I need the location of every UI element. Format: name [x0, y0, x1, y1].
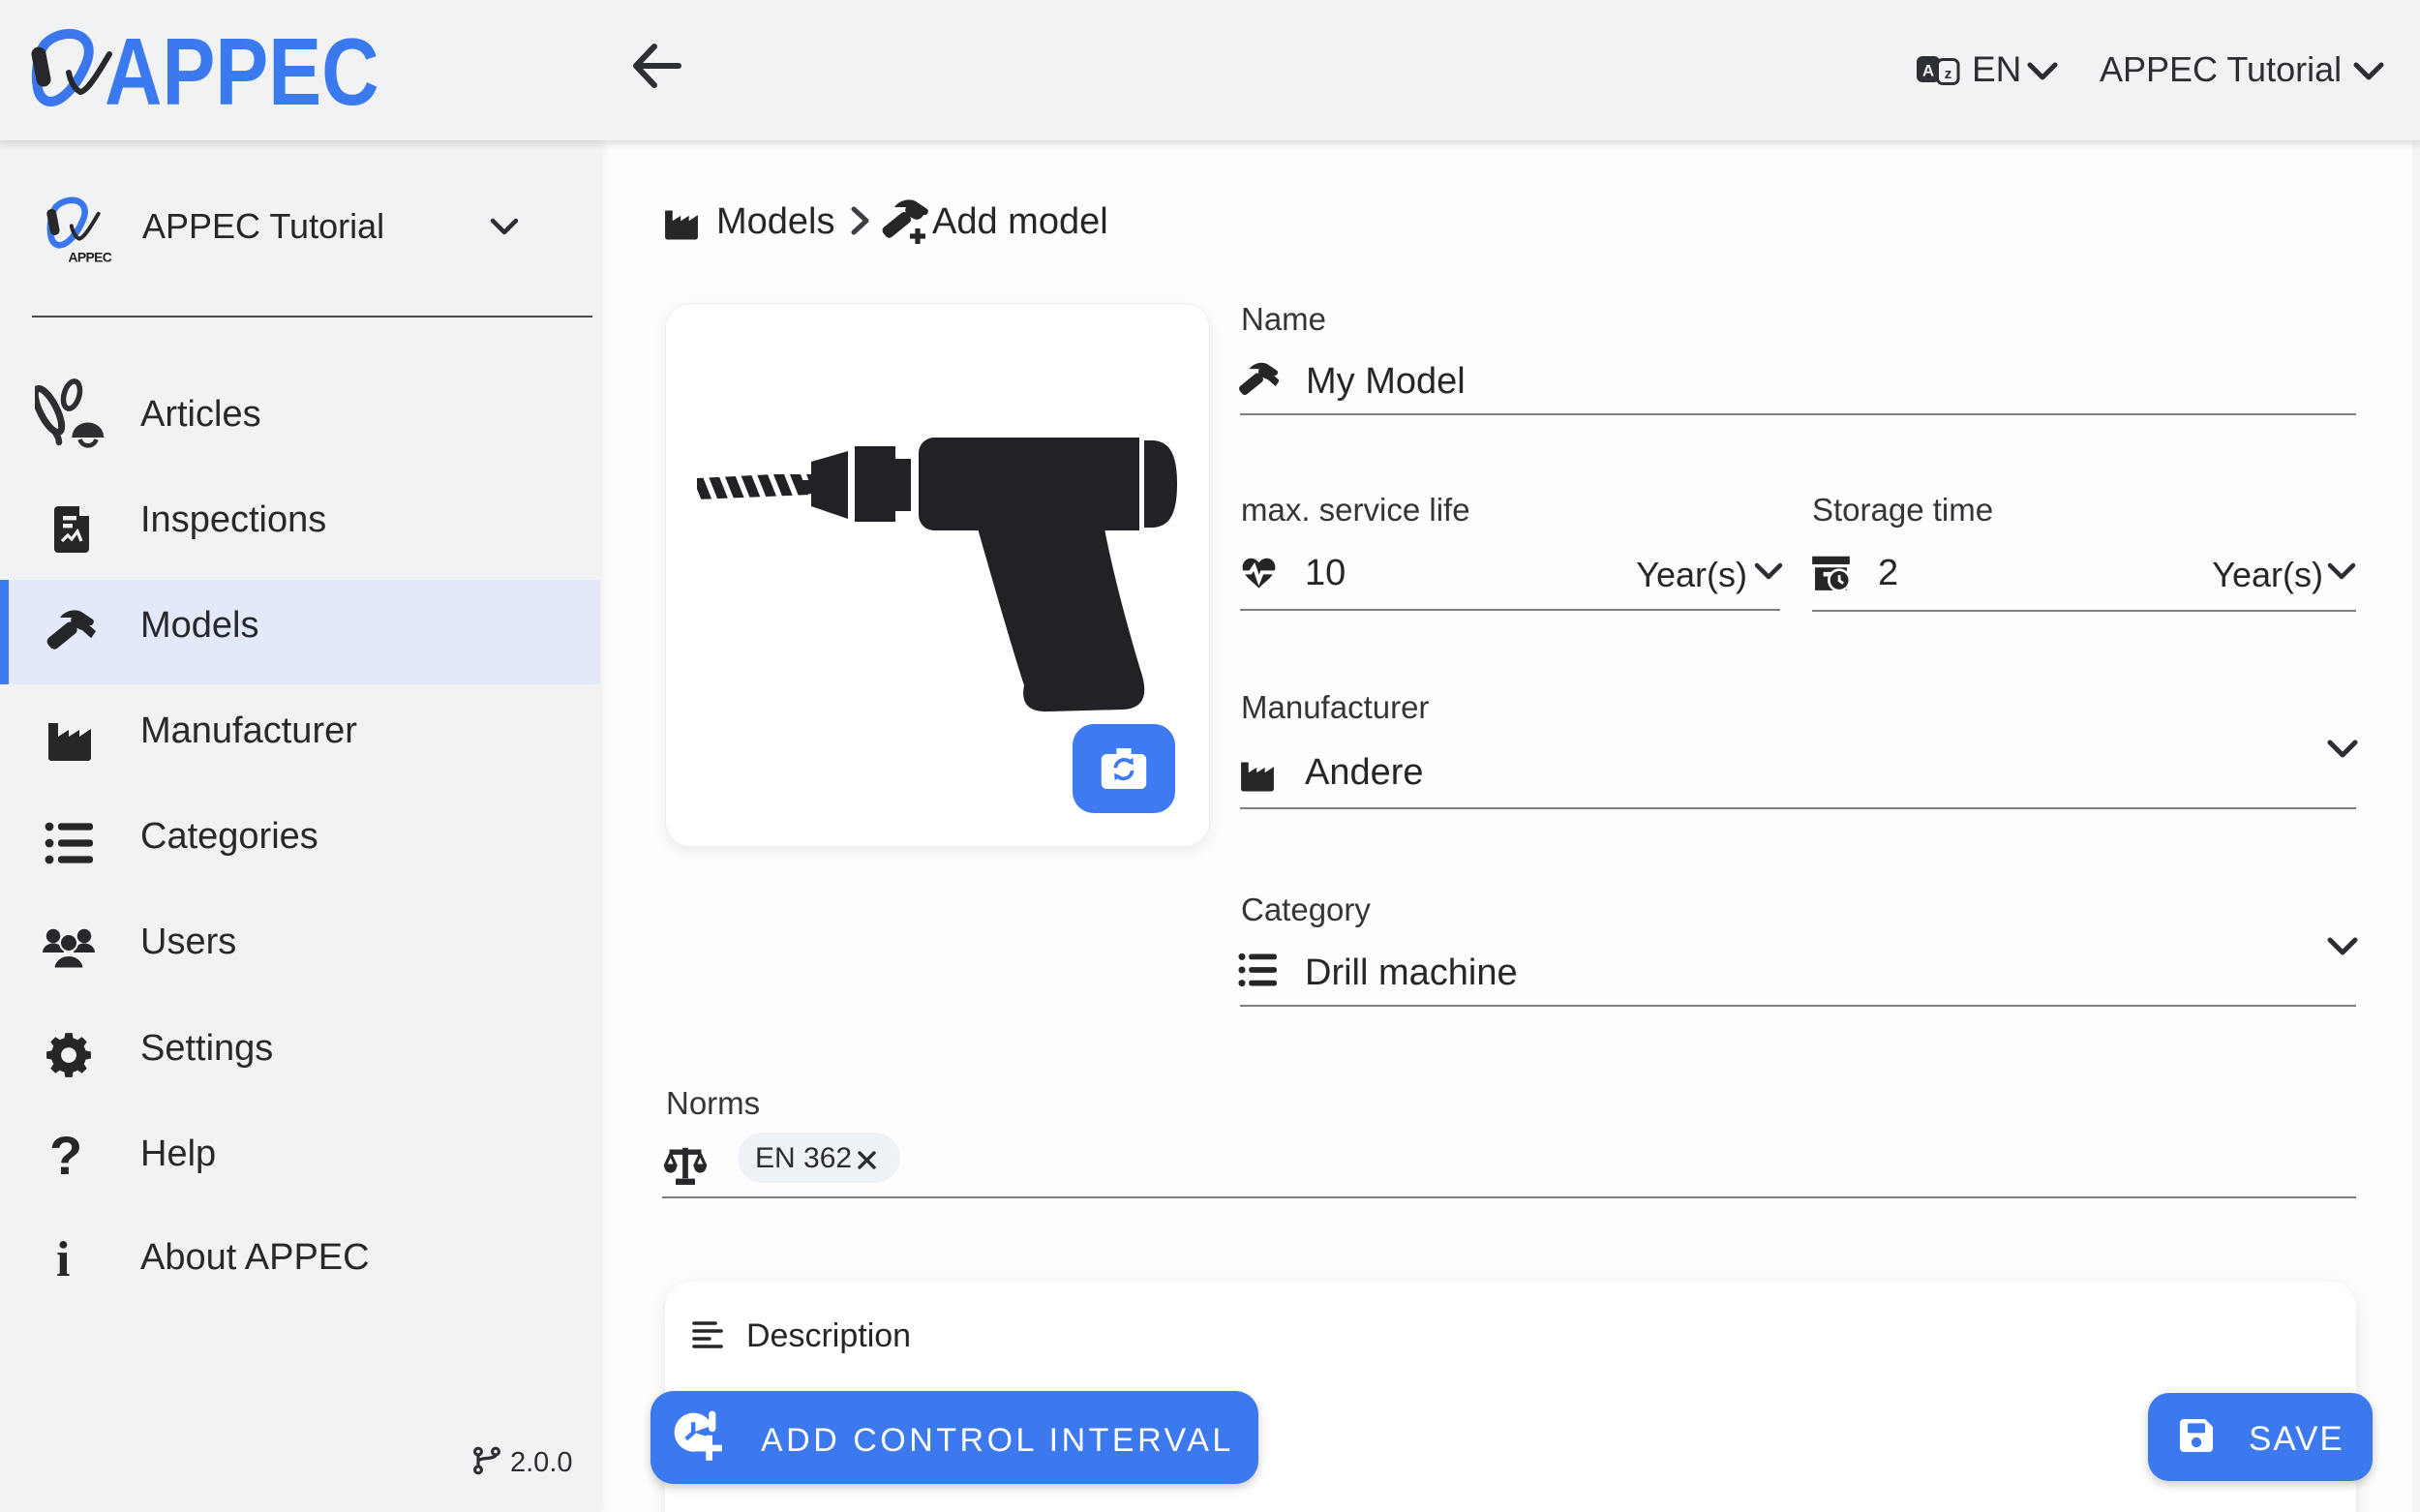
svg-text:z: z [1945, 66, 1952, 82]
svg-text:A: A [1922, 62, 1934, 80]
svg-text:APPEC: APPEC [69, 249, 112, 264]
